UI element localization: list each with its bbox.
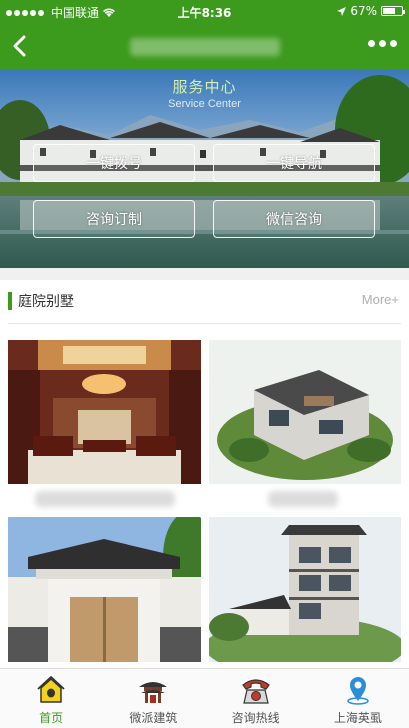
pavilion-icon <box>139 682 168 703</box>
more-link[interactable]: More+ <box>362 292 399 307</box>
villa-section-header: 庭院别墅 More+ <box>0 280 409 324</box>
service-center-banner: 服务中心 Service Center 一键拨号 一键导航 咨询订制 微信咨询 <box>0 70 409 268</box>
tab-location[interactable]: 上海英虱 <box>307 669 409 728</box>
interior-image <box>8 340 201 484</box>
villa-card-gate[interactable] <box>8 517 201 662</box>
one-click-navigation-button[interactable]: 一键导航 <box>213 144 375 182</box>
tab-architecture-label: 微派建筑 <box>129 711 178 725</box>
villa-aerial-image <box>209 340 401 484</box>
battery-icon <box>381 6 405 16</box>
wechat-consult-button[interactable]: 微信咨询 <box>213 200 375 238</box>
section-accent-bar <box>8 292 12 310</box>
tab-hotline-label: 咨询热线 <box>231 711 280 725</box>
map-pin-icon <box>347 677 369 705</box>
home-icon <box>37 676 65 703</box>
location-arrow-icon <box>337 6 347 16</box>
page-title-blurred <box>130 38 280 56</box>
tab-hotline[interactable]: 咨询热线 <box>205 669 307 728</box>
consult-custom-button[interactable]: 咨询订制 <box>33 200 195 238</box>
more-options-icon[interactable] <box>368 40 397 47</box>
villa-card-interior[interactable] <box>8 340 201 484</box>
banner-title: 服务中心 <box>172 78 237 96</box>
banner-subtitle: Service Center <box>168 98 241 110</box>
villa-card-tower[interactable] <box>209 517 401 662</box>
villa-tower-image <box>209 517 401 662</box>
section-underline <box>8 323 401 324</box>
tab-home[interactable]: 首页 <box>0 669 102 728</box>
back-arrow-icon[interactable] <box>8 32 32 60</box>
section-title: 庭院别墅 <box>18 294 74 310</box>
tab-location-label: 上海英虱 <box>333 711 382 725</box>
bottom-tab-bar: 首页 微派建筑 咨询热线 上海英虱 <box>0 668 409 728</box>
telephone-icon <box>241 679 270 704</box>
tab-architecture[interactable]: 微派建筑 <box>102 669 204 728</box>
navigation-bar <box>0 22 409 70</box>
gate-image <box>8 517 201 662</box>
section-divider <box>0 268 409 280</box>
one-click-call-button[interactable]: 一键拨号 <box>33 144 195 182</box>
battery-percent: 67% <box>350 4 377 18</box>
villa-card-caption <box>35 491 175 507</box>
app-screen: 中国联通 上午8:36 67% 服务中心 Service Center 一键拨号… <box>0 0 409 728</box>
villa-card-caption <box>268 491 338 507</box>
tab-home-label: 首页 <box>39 711 64 725</box>
villa-card-aerial[interactable] <box>209 340 401 484</box>
status-bar: 中国联通 上午8:36 67% <box>0 0 409 22</box>
